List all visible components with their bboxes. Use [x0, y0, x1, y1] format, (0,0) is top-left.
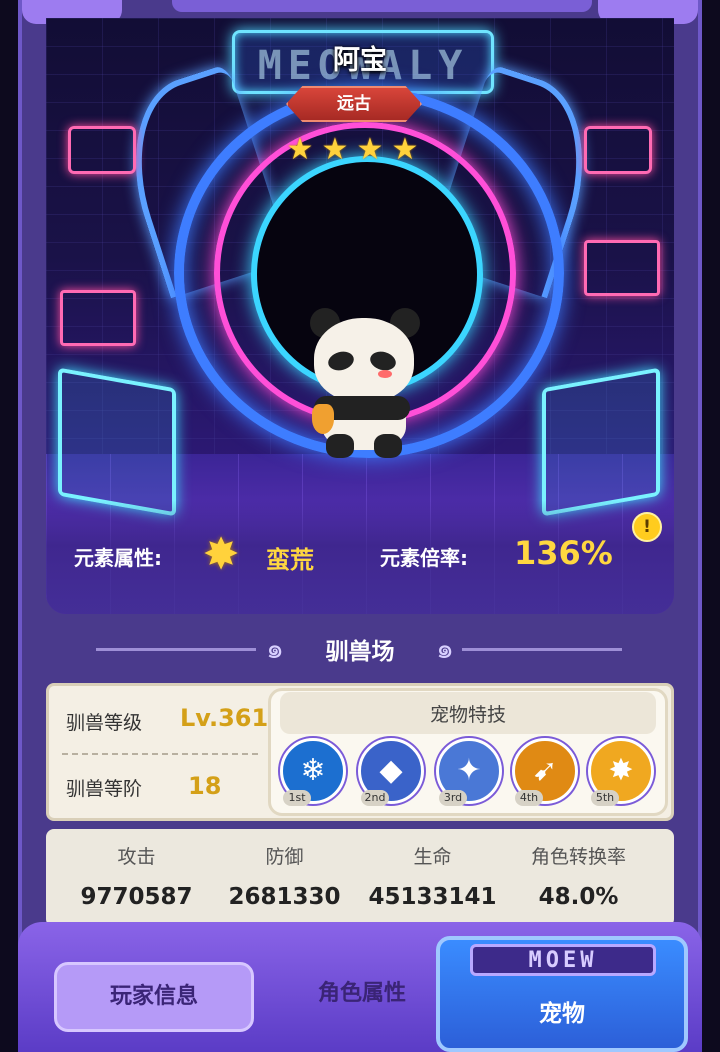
skill-tag-2: 2nd — [361, 790, 389, 806]
taming-rank-value: 18 — [188, 772, 222, 800]
taming-rank-label: 驯兽等阶 — [66, 778, 143, 800]
element-multiplier-label: 元素倍率: — [380, 546, 468, 570]
stat-label-attack: 攻击 — [117, 846, 156, 868]
stat-value-conversion: 48.0% — [538, 884, 619, 910]
taming-divider — [62, 753, 258, 755]
panda-leg — [326, 434, 354, 458]
cloud-swirl-icon: ๑ — [436, 632, 454, 665]
neon-robot-left — [68, 126, 136, 174]
neon-robot-right — [584, 126, 652, 174]
element-multiplier-value: 136% — [514, 534, 613, 572]
taming-level-value: Lv.361 — [180, 704, 269, 732]
neon-arrow-sign-left — [60, 290, 136, 346]
skill-tag-3: 3rd — [439, 790, 467, 806]
stat-value-defense: 2681330 — [228, 884, 341, 910]
stat-label-health: 生命 — [413, 846, 452, 868]
star-rating: ★ ★ ★ ★ — [283, 134, 423, 168]
pet-panda-model[interactable] — [308, 308, 428, 458]
frame-top-bar — [172, 0, 592, 12]
tab-pet-label: 宠物 — [539, 1001, 585, 1027]
pet-name: 阿宝 — [333, 45, 387, 76]
stat-value-attack: 9770587 — [80, 884, 193, 910]
pet-skills-title: 宠物特技 — [429, 704, 506, 726]
stat-label-conversion: 角色转换率 — [530, 846, 626, 868]
panda-leg — [374, 434, 402, 458]
element-attribute-label: 元素属性: — [74, 546, 162, 570]
taming-level-label: 驯兽等级 — [66, 712, 143, 734]
element-attribute-value: 蛮荒 — [266, 546, 314, 574]
skill-tag-1: 1st — [283, 790, 311, 806]
star-icon: ★ — [356, 132, 384, 167]
panda-blush — [378, 370, 392, 378]
stat-value-health: 45133141 — [368, 884, 497, 910]
rarity-badge: 远古 — [286, 86, 422, 122]
neon-game-sign-right — [584, 240, 660, 296]
neon-arcade-right — [542, 367, 660, 517]
carrot-icon — [312, 404, 334, 434]
neon-arcade-left — [58, 367, 176, 517]
star-icon: ★ — [321, 132, 349, 167]
info-icon[interactable]: ! — [632, 512, 662, 542]
section-divider-right — [462, 648, 622, 651]
wild-element-icon: ✸ — [202, 529, 240, 580]
star-icon: ★ — [286, 132, 314, 167]
moew-badge: MOEW — [470, 944, 656, 976]
skill-tag-4: 4th — [515, 790, 543, 806]
tab-player-info[interactable]: 玩家信息 — [54, 962, 254, 1032]
skill-tag-5: 5th — [591, 790, 619, 806]
tab-character-attributes[interactable]: 角色属性 — [262, 962, 462, 1032]
star-icon: ★ — [391, 132, 419, 167]
stat-label-defense: 防御 — [265, 846, 304, 868]
